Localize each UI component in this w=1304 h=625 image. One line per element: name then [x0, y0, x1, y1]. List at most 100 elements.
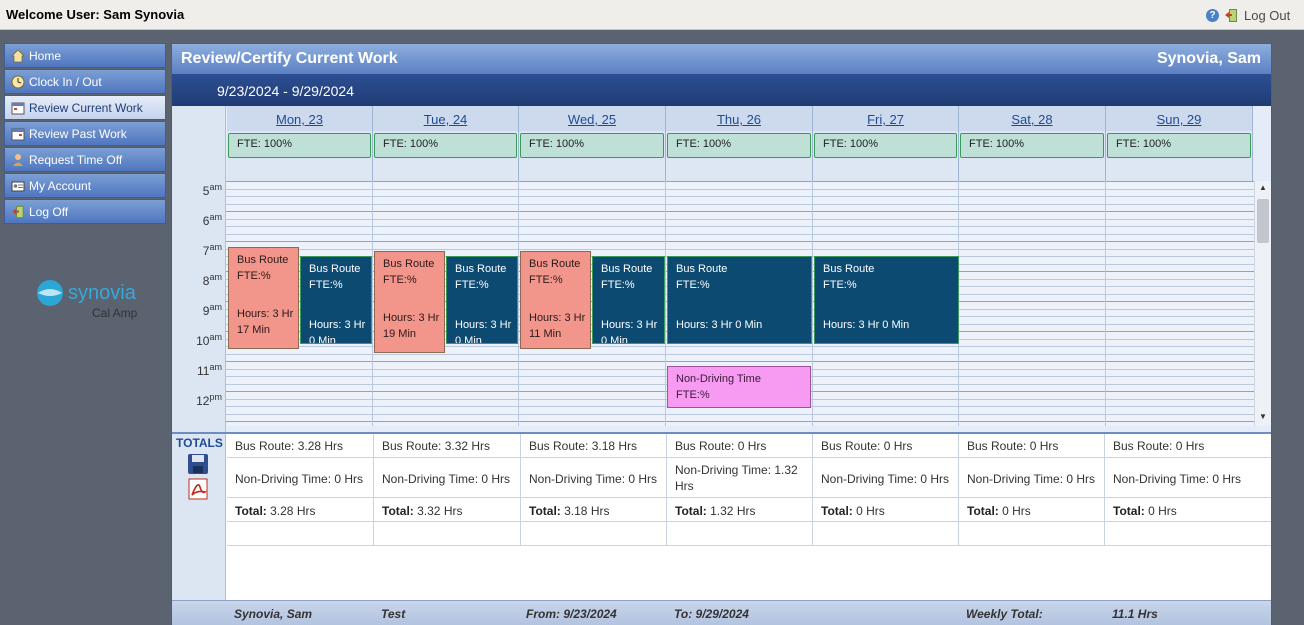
scroll-down-arrow-icon[interactable]: ▼ [1259, 412, 1267, 421]
day-header-fri[interactable]: Fri, 27 [813, 106, 959, 131]
panel-header: Review/Certify Current Work Synovia, Sam [172, 44, 1271, 74]
time-label: 7am [202, 242, 222, 258]
time-label: 10am [196, 332, 222, 348]
quarter-hour-line [226, 234, 1254, 235]
fte-box[interactable]: FTE: 100% [960, 133, 1104, 158]
quarter-hour-line [226, 204, 1254, 205]
totals-blank-row [521, 522, 666, 546]
time-label: 12pm [196, 392, 222, 408]
total-day: Total: 0 Hrs [959, 498, 1104, 522]
totals-column-wed: Bus Route: 3.18 Hrs Non-Driving Time: 0 … [521, 434, 667, 546]
totals-blank-row [959, 522, 1104, 546]
week-calendar: Mon, 23 Tue, 24 Wed, 25 Thu, 26 Fri, 27 … [172, 106, 1271, 432]
fte-box[interactable]: FTE: 100% [228, 133, 371, 158]
total-day: Total: 1.32 Hrs [667, 498, 812, 522]
synovia-logo: synovia Cal Amp [37, 280, 138, 320]
scroll-thumb[interactable] [1257, 199, 1269, 243]
door-icon [12, 205, 24, 219]
event-non-driving-time[interactable]: Non-Driving Time FTE:% [667, 366, 811, 408]
event-bus-route[interactable]: Bus Route FTE:% Hours: 3 Hr 0 Min [592, 256, 665, 344]
day-divider [518, 181, 519, 426]
total-day: Total: 3.28 Hrs [227, 498, 373, 522]
sidebar-item-log-off[interactable]: Log Off [4, 199, 166, 224]
event-bus-route[interactable]: Bus Route FTE:% Hours: 3 Hr 19 Min [374, 251, 445, 353]
page-title: Review/Certify Current Work [181, 50, 398, 67]
help-icon[interactable]: ? [1206, 9, 1219, 22]
day-header-sun[interactable]: Sun, 29 [1106, 106, 1253, 131]
fte-box[interactable]: FTE: 100% [1107, 133, 1251, 158]
main-panel: Review/Certify Current Work Synovia, Sam… [171, 43, 1272, 625]
calendar-icon [11, 128, 25, 141]
event-bus-route[interactable]: Bus Route FTE:% Hours: 3 Hr 17 Min [228, 247, 299, 349]
clock-icon [11, 75, 25, 89]
total-day: Total: 3.18 Hrs [521, 498, 666, 522]
footer-status: Test [381, 607, 406, 621]
sidebar-item-label: Log Off [29, 205, 69, 219]
fte-box[interactable]: FTE: 100% [667, 133, 811, 158]
totals-column-tue: Bus Route: 3.32 Hrs Non-Driving Time: 0 … [374, 434, 521, 546]
totals-label: TOTALS [176, 436, 223, 450]
event-bus-route[interactable]: Bus Route FTE:% Hours: 3 Hr 0 Min [667, 256, 812, 344]
total-day: Total: 0 Hrs [1105, 498, 1271, 522]
sidebar-item-clock-in-out[interactable]: Clock In / Out [4, 69, 166, 94]
fte-cell: FTE: 100% [519, 131, 666, 181]
user-icon [13, 154, 23, 166]
welcome-text: Welcome User: Sam Synovia [6, 7, 185, 22]
day-header-thu[interactable]: Thu, 26 [666, 106, 813, 131]
summary-footer: Synovia, Sam Test From: 9/23/2024 To: 9/… [172, 600, 1271, 625]
sidebar-item-label: Home [29, 49, 62, 63]
day-header-sat[interactable]: Sat, 28 [959, 106, 1106, 131]
totals-blank-row [667, 522, 812, 546]
fte-box[interactable]: FTE: 100% [520, 133, 664, 158]
sidebar-item-label: Review Current Work [29, 101, 143, 115]
hour-line [226, 181, 1254, 182]
id-card-icon [11, 181, 25, 192]
total-bus-route: Bus Route: 0 Hrs [667, 434, 812, 458]
sidebar-item-label: My Account [29, 179, 92, 193]
footer-from-date: From: 9/23/2024 [526, 607, 617, 621]
total-bus-route: Bus Route: 0 Hrs [959, 434, 1104, 458]
sidebar-item-request-time-off[interactable]: Request Time Off [4, 147, 166, 172]
hour-line [226, 211, 1254, 212]
total-non-driving: Non-Driving Time: 0 Hrs [1105, 458, 1271, 498]
event-bus-route[interactable]: Bus Route FTE:% Hours: 3 Hr 11 Min [520, 251, 591, 349]
day-divider [1105, 181, 1106, 426]
hour-line [226, 241, 1254, 242]
totals-blank-row [1105, 522, 1271, 546]
sidebar-item-review-past-work[interactable]: Review Past Work [4, 121, 166, 146]
fte-box[interactable]: FTE: 100% [814, 133, 957, 158]
quarter-hour-line [226, 189, 1254, 190]
save-icon[interactable] [187, 453, 209, 475]
fte-box[interactable]: FTE: 100% [374, 133, 517, 158]
totals-blank-row [813, 522, 958, 546]
quarter-hour-line [226, 196, 1254, 197]
day-header-mon[interactable]: Mon, 23 [227, 106, 373, 131]
event-bus-route[interactable]: Bus Route FTE:% Hours: 3 Hr 0 Min [300, 256, 372, 344]
sidebar-item-review-current-work[interactable]: Review Current Work [4, 95, 166, 120]
footer-to-date: To: 9/29/2024 [674, 607, 749, 621]
weekly-total-label: Weekly Total: [966, 607, 1043, 621]
home-icon [11, 49, 25, 63]
total-non-driving: Non-Driving Time: 0 Hrs [374, 458, 520, 498]
total-bus-route: Bus Route: 3.18 Hrs [521, 434, 666, 458]
day-divider [372, 181, 373, 426]
totals-empty-area [226, 546, 1271, 600]
day-header-wed[interactable]: Wed, 25 [519, 106, 666, 131]
fte-cell: FTE: 100% [959, 131, 1106, 181]
sidebar-item-my-account[interactable]: My Account [4, 173, 166, 198]
pdf-icon[interactable] [187, 478, 209, 500]
time-label: 9am [202, 302, 222, 318]
logout-icon[interactable] [1224, 8, 1238, 23]
day-header-tue[interactable]: Tue, 24 [373, 106, 519, 131]
sidebar-item-home[interactable]: Home [4, 43, 166, 68]
total-bus-route: Bus Route: 0 Hrs [813, 434, 958, 458]
total-bus-route: Bus Route: 3.32 Hrs [374, 434, 520, 458]
event-bus-route[interactable]: Bus Route FTE:% Hours: 3 Hr 0 Min [446, 256, 518, 344]
vertical-scrollbar[interactable]: ▲ ▼ [1254, 181, 1271, 426]
quarter-hour-line [226, 249, 1254, 250]
event-bus-route[interactable]: Bus Route FTE:% Hours: 3 Hr 0 Min [814, 256, 959, 344]
quarter-hour-line [226, 354, 1254, 355]
scroll-up-arrow-icon[interactable]: ▲ [1259, 183, 1267, 192]
logout-link[interactable]: Log Out [1244, 8, 1290, 23]
totals-column-sat: Bus Route: 0 Hrs Non-Driving Time: 0 Hrs… [959, 434, 1105, 546]
